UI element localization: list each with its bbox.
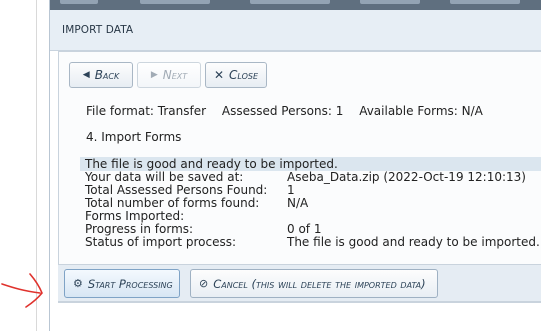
file-summary: File format: Transfer Assessed Persons: … xyxy=(86,104,495,118)
detail-value: N/A xyxy=(287,196,309,210)
close-button[interactable]: ✕ Close xyxy=(205,62,267,88)
assessed-persons: Assessed Persons: 1 xyxy=(221,104,344,118)
available-forms: Available Forms: N/A xyxy=(359,104,483,118)
import-results: The file is good and ready to be importe… xyxy=(80,157,541,249)
background-toolbar-strip xyxy=(50,0,541,10)
start-processing-label: Start Processing xyxy=(87,276,173,291)
next-button-label: Next xyxy=(162,68,188,82)
detail-key: Status of import process: xyxy=(85,235,237,249)
detail-row: Status of import process: The file is go… xyxy=(80,236,541,249)
x-icon: ✕ xyxy=(213,68,225,82)
step-title: 4. Import Forms xyxy=(86,130,182,144)
start-processing-button[interactable]: ⚙ Start Processing xyxy=(64,269,180,298)
close-button-label: Close xyxy=(229,68,259,82)
cancel-button[interactable]: ⊘ Cancel (this will delete the imported … xyxy=(190,269,438,298)
triangle-right-icon: ▶ xyxy=(150,70,158,80)
no-entry-icon: ⊘ xyxy=(199,277,209,290)
cancel-button-label: Cancel (this will delete the imported da… xyxy=(213,276,426,291)
back-button[interactable]: ◀ Back xyxy=(69,62,133,88)
import-data-dialog: IMPORT DATA ◀ Back ▶ Next ✕ Close File f… xyxy=(49,0,541,331)
action-bar: ⚙ Start Processing ⊘ Cancel (this will d… xyxy=(58,264,541,301)
status-message: The file is good and ready to be importe… xyxy=(80,157,541,171)
detail-value: The file is good and ready to be importe… xyxy=(287,235,540,249)
next-button[interactable]: ▶ Next xyxy=(137,62,201,88)
back-button-label: Back xyxy=(94,68,120,82)
triangle-left-icon: ◀ xyxy=(82,70,90,80)
file-format: File format: Transfer xyxy=(86,104,207,118)
dialog-title: IMPORT DATA xyxy=(62,24,134,36)
detail-value: Aseba_Data.zip (2022-Oct-19 12:10:13) xyxy=(287,170,526,184)
process-icon: ⚙ xyxy=(73,277,83,290)
dialog-titlebar: IMPORT DATA xyxy=(50,10,541,51)
panel-bottom-border xyxy=(58,301,541,302)
